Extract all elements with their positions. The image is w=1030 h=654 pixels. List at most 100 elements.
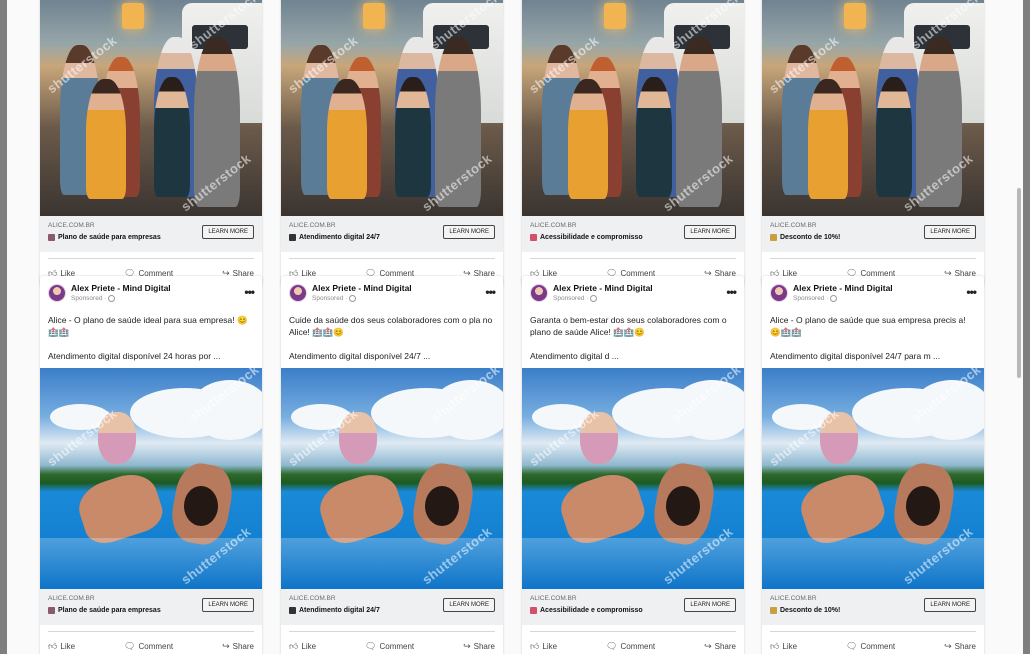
sponsored-label: Sponsored · [793, 295, 893, 303]
comment-label: Comment [620, 641, 656, 651]
more-options-icon[interactable]: ••• [244, 285, 255, 299]
scrollbar[interactable] [1017, 188, 1021, 378]
more-options-icon[interactable]: ••• [966, 285, 977, 299]
share-label: Share [714, 641, 736, 651]
post-text: Cuide da saúde dos seus colaboradores co… [281, 310, 503, 368]
avatar[interactable] [770, 284, 788, 302]
share-button[interactable]: ↪ Share [704, 641, 736, 652]
comment-button[interactable]: 🗨︎ Comment [124, 641, 173, 652]
learn-more-button[interactable]: LEARN MORE [684, 598, 736, 612]
link-headline-text: Atendimento digital 24/7 [299, 607, 380, 614]
learn-more-button[interactable]: LEARN MORE [924, 225, 976, 239]
post-text-line: Atendimento digital disponível 24 horas … [48, 351, 221, 361]
share-button[interactable]: ↪ Share [463, 641, 495, 652]
link-headline-text: Acessibilidade e compromisso [540, 607, 643, 614]
like-label: Like [782, 641, 798, 651]
thumbs-up-icon: 👍︎ [770, 640, 780, 651]
learn-more-button[interactable]: LEARN MORE [684, 225, 736, 239]
learn-more-button[interactable]: LEARN MORE [202, 225, 254, 239]
globe-icon [349, 295, 357, 303]
learn-more-button[interactable]: LEARN MORE [443, 225, 495, 239]
avatar[interactable] [530, 284, 548, 302]
comment-icon: 🗨︎ [365, 640, 377, 651]
headline-emoji-icon [770, 607, 777, 614]
page-name[interactable]: Alex Priete - Mind Digital [793, 284, 893, 293]
person-shape [876, 77, 912, 197]
page-name[interactable]: Alex Priete - Mind Digital [312, 284, 412, 293]
post-text-line: Alice - O plano de saúde que sua empresa… [770, 315, 966, 337]
action-bar: 👍︎ Like 🗨︎ Comment ↪ Share [522, 632, 744, 654]
sponsored-text: Sponsored · [312, 294, 348, 302]
ad-preview-modal: shutterstock shutterstock shutterstock A… [7, 0, 1023, 654]
person-shape [72, 467, 168, 549]
comment-button[interactable]: 🗨︎ Comment [846, 641, 895, 652]
more-options-icon[interactable]: ••• [726, 285, 737, 299]
share-button[interactable]: ↪ Share [944, 641, 976, 652]
comment-icon: 🗨︎ [124, 640, 136, 651]
link-headline-text: Plano de saúde para empresas [58, 607, 161, 614]
learn-more-button[interactable]: LEARN MORE [443, 598, 495, 612]
link-headline-text: Desconto de 10%! [780, 234, 841, 241]
like-button[interactable]: 👍︎ Like [530, 641, 557, 652]
comment-icon: 🗨︎ [606, 640, 618, 651]
post-header: Alex Priete - Mind Digital Sponsored · •… [281, 276, 503, 310]
like-button[interactable]: 👍︎ Like [289, 641, 316, 652]
lamp-shape [122, 3, 144, 29]
link-headline-text: Atendimento digital 24/7 [299, 234, 380, 241]
avatar[interactable] [289, 284, 307, 302]
share-icon: ↪ [222, 640, 230, 651]
link-headline-text: Acessibilidade e compromisso [540, 234, 643, 241]
post-text-line: Atendimento digital d ... [530, 351, 619, 361]
action-bar: 👍︎ Like 🗨︎ Comment ↪ Share [762, 632, 984, 654]
link-preview-bar[interactable]: ALICE.COM.BR Desconto de 10%! LEARN MORE [762, 589, 984, 625]
like-button[interactable]: 👍︎ Like [770, 641, 797, 652]
headline-emoji-icon [770, 234, 777, 241]
person-hair-shape [425, 486, 459, 526]
ad-card: shutterstock shutterstock shutterstock A… [762, 0, 984, 287]
link-preview-bar[interactable]: ALICE.COM.BR Acessibilidade e compromiss… [522, 216, 744, 252]
share-button[interactable]: ↪ Share [222, 641, 254, 652]
share-label: Share [954, 641, 976, 651]
comment-button[interactable]: 🗨︎ Comment [365, 641, 414, 652]
post-author: Alex Priete - Mind Digital Sponsored · [553, 284, 653, 303]
post-text-line: Cuide da saúde dos seus colaboradores co… [289, 315, 493, 337]
sponsored-label: Sponsored · [553, 295, 653, 303]
person-shape [554, 467, 650, 549]
headline-emoji-icon [530, 234, 537, 241]
sponsored-text: Sponsored · [71, 294, 107, 302]
link-preview-bar[interactable]: ALICE.COM.BR Plano de saúde para empresa… [40, 589, 262, 625]
learn-more-button[interactable]: LEARN MORE [924, 598, 976, 612]
link-preview-bar[interactable]: ALICE.COM.BR Atendimento digital 24/7 LE… [281, 216, 503, 252]
ad-image-pool: shutterstock shutterstock shutterstock [281, 368, 503, 589]
ad-card: Alex Priete - Mind Digital Sponsored · •… [522, 276, 744, 654]
comment-icon: 🗨︎ [846, 640, 858, 651]
link-preview-bar[interactable]: ALICE.COM.BR Atendimento digital 24/7 LE… [281, 589, 503, 625]
learn-more-button[interactable]: LEARN MORE [202, 598, 254, 612]
ad-image-family: shutterstock shutterstock shutterstock [522, 0, 744, 216]
post-header: Alex Priete - Mind Digital Sponsored · •… [762, 276, 984, 310]
person-shape [808, 79, 848, 199]
link-preview-bar[interactable]: ALICE.COM.BR Acessibilidade e compromiss… [522, 589, 744, 625]
share-icon: ↪ [463, 640, 471, 651]
comment-label: Comment [379, 641, 415, 651]
more-options-icon[interactable]: ••• [485, 285, 496, 299]
person-shape [636, 77, 672, 197]
like-label: Like [542, 641, 558, 651]
link-preview-bar[interactable]: ALICE.COM.BR Plano de saúde para empresa… [40, 216, 262, 252]
comment-button[interactable]: 🗨︎ Comment [606, 641, 655, 652]
link-preview-bar[interactable]: ALICE.COM.BR Desconto de 10%! LEARN MORE [762, 216, 984, 252]
headline-emoji-icon [48, 607, 55, 614]
like-button[interactable]: 👍︎ Like [48, 641, 75, 652]
post-header: Alex Priete - Mind Digital Sponsored · •… [40, 276, 262, 310]
person-shape [395, 77, 431, 197]
page-name[interactable]: Alex Priete - Mind Digital [71, 284, 171, 293]
avatar[interactable] [48, 284, 66, 302]
person-shape [568, 79, 608, 199]
page-name[interactable]: Alex Priete - Mind Digital [553, 284, 653, 293]
post-header: Alex Priete - Mind Digital Sponsored · •… [522, 276, 744, 310]
ad-image-family: shutterstock shutterstock shutterstock [762, 0, 984, 216]
action-bar: 👍︎ Like 🗨︎ Comment ↪ Share [281, 632, 503, 654]
post-author: Alex Priete - Mind Digital Sponsored · [793, 284, 893, 303]
post-text: Alice - O plano de saúde ideal para sua … [40, 310, 262, 368]
post-author: Alex Priete - Mind Digital Sponsored · [312, 284, 412, 303]
